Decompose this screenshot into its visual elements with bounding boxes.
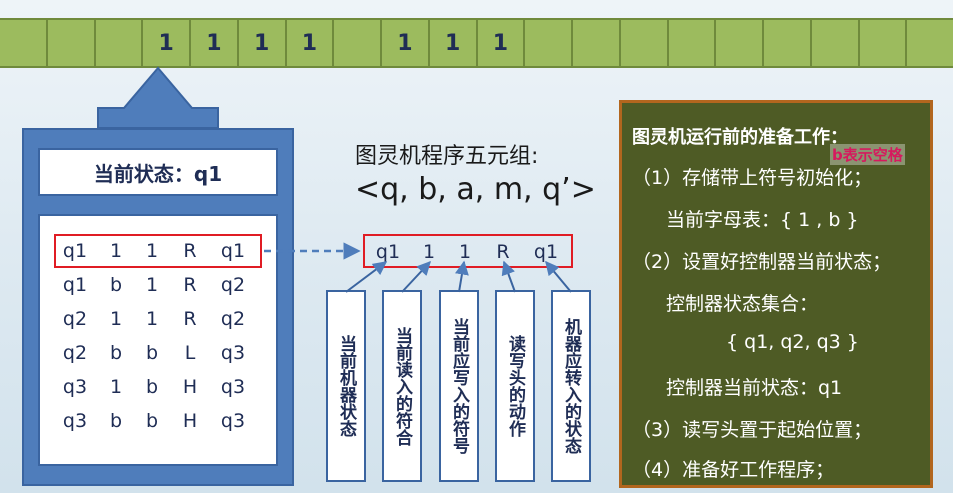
- prep-step-1: （1）存储带上符号初始化；: [632, 167, 873, 189]
- prep-alphabet: 当前字母表：{ 1 , b }: [666, 209, 859, 231]
- blank-symbol-note: b表示空格: [830, 144, 905, 165]
- prep-step-2: （2）设置好控制器当前状态；: [632, 251, 892, 273]
- prep-state-set-label: 控制器状态集合：: [666, 293, 819, 315]
- prep-state-set: { q1, q2, q3 }: [726, 331, 859, 353]
- prep-current-state: 控制器当前状态：q1: [666, 377, 843, 399]
- pointer-arrow-write: [455, 260, 469, 293]
- preparation-title: 图灵机运行前的准备工作：: [632, 127, 848, 148]
- pointer-arrow-read: [401, 260, 431, 293]
- pointer-arrow-move: [501, 260, 516, 293]
- prep-step-3: （3）读写头置于起始位置；: [632, 419, 873, 441]
- pointer-arrow-state: [345, 261, 388, 293]
- prep-step-4: （4）准备好工作程序；: [632, 459, 835, 481]
- read-write-head-arrow: [97, 66, 219, 129]
- pointer-arrow-next: [545, 260, 572, 293]
